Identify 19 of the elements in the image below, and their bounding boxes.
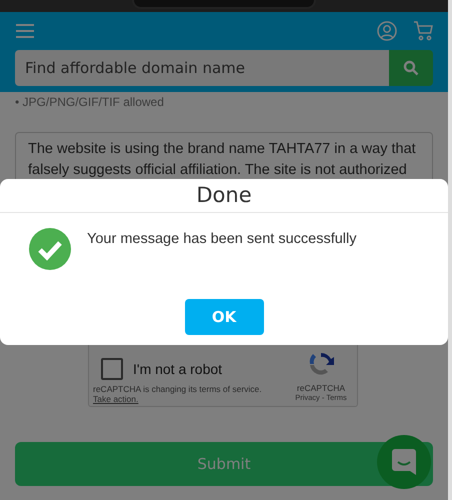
captcha-notice: reCAPTCHA is changing its terms of service. [93, 384, 263, 394]
user-icon[interactable] [377, 21, 397, 41]
chat-icon [391, 448, 417, 476]
search-field[interactable]: Find affordable domain name [15, 50, 389, 86]
dialog-message: Your message has been sent successfully [87, 231, 356, 247]
message-text: falsely suggests official affiliation. The site is not authorized [28, 161, 408, 180]
chat-button[interactable] [377, 435, 431, 489]
ok-button[interactable]: OK [184, 299, 264, 335]
menu-icon[interactable] [15, 23, 35, 39]
captcha-label: I'm not a robot [133, 361, 222, 377]
upload-hint: • JPG/PNG/GIF/TIF allowed [15, 94, 165, 110]
take-action-link[interactable]: Take action. [93, 394, 138, 404]
captcha-checkbox[interactable] [101, 358, 123, 380]
cart-icon[interactable] [413, 21, 433, 41]
dialog-title: Done [0, 179, 448, 213]
search-button[interactable] [389, 50, 433, 86]
search-icon [403, 60, 419, 76]
recaptcha-brand: reCAPTCHA [296, 383, 346, 393]
message-text: The website is using the brand name TAHTA77 in a way that [28, 140, 417, 159]
